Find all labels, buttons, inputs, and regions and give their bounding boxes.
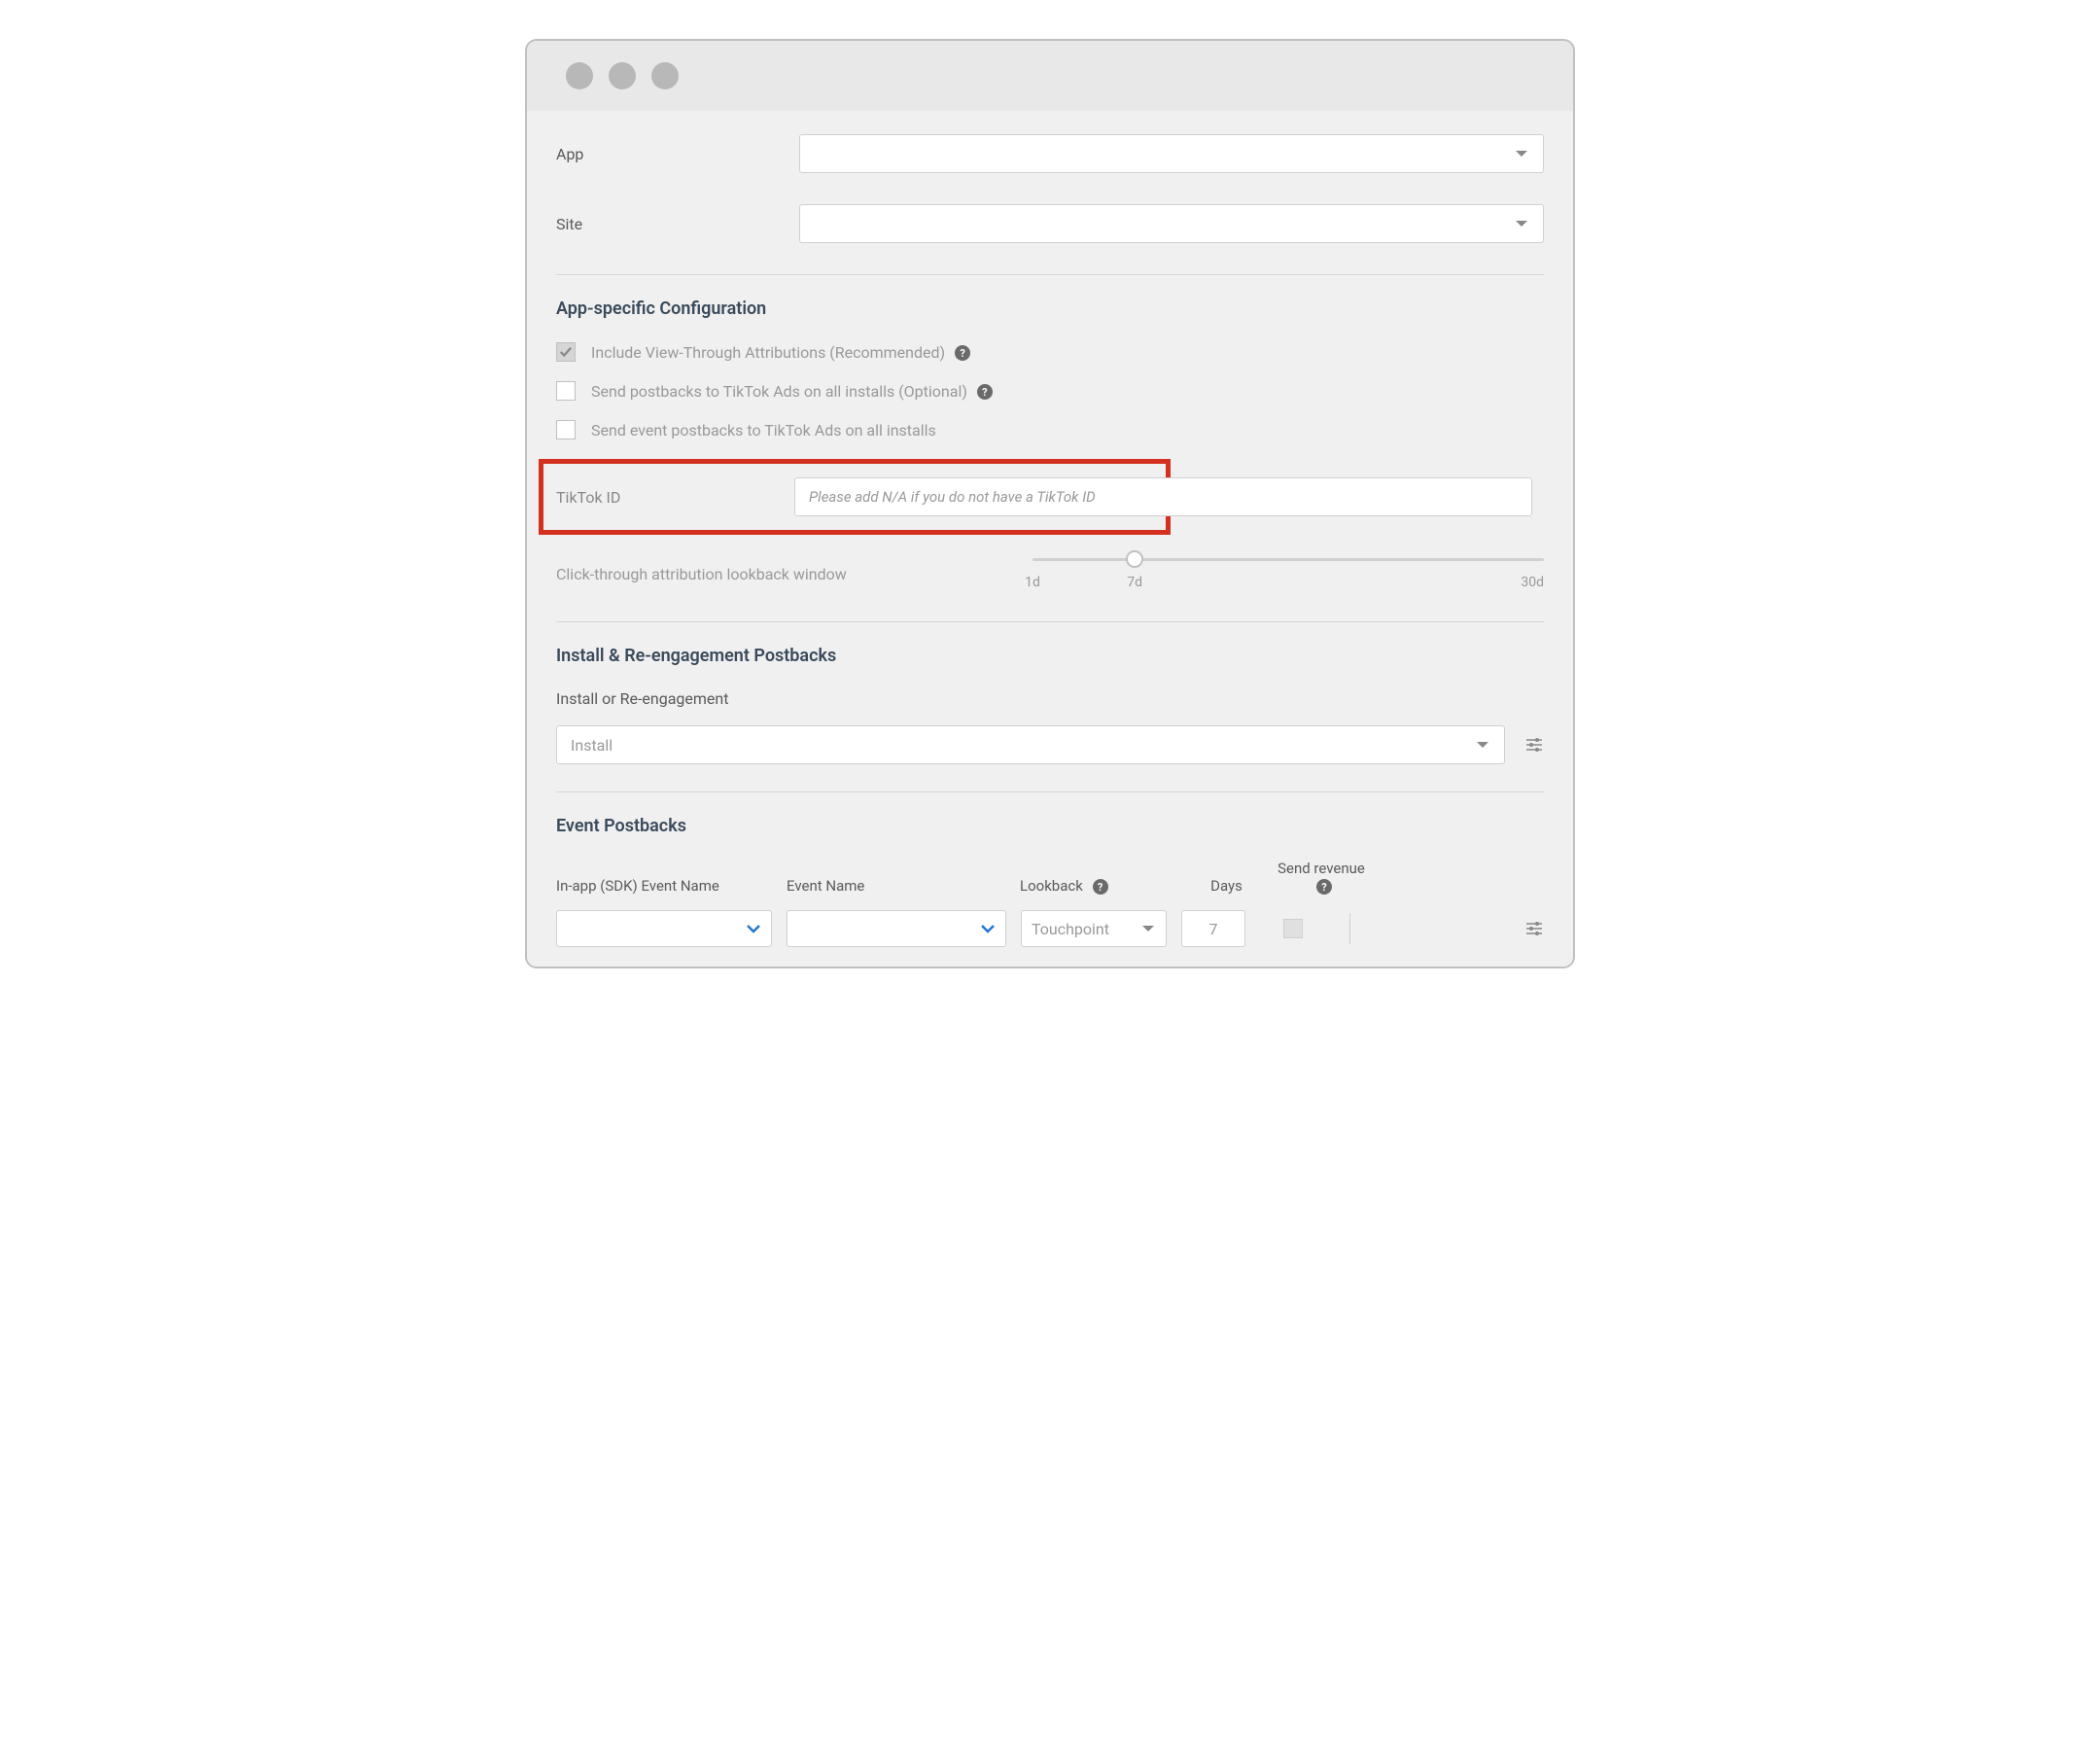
checkbox-row-view-through: Include View-Through Attributions (Recom… <box>556 342 1544 362</box>
slider-tick-30d: 30d <box>1521 575 1544 590</box>
content-area: App Site App-specific Configuration <box>527 111 1573 967</box>
config-heading: App-specific Configuration <box>556 299 1544 319</box>
help-icon[interactable]: ? <box>1093 879 1108 895</box>
lookback-slider-row: Click-through attribution lookback windo… <box>556 554 1544 594</box>
tiktok-id-input[interactable]: Please add N/A if you do not have a TikT… <box>794 477 1532 516</box>
days-input[interactable]: 7 <box>1181 910 1245 947</box>
slider-tick-7d: 7d <box>1127 575 1142 590</box>
sdk-event-select[interactable] <box>556 910 772 947</box>
divider <box>556 274 1544 275</box>
postbacks-heading: Install & Re-engagement Postbacks <box>556 646 1544 666</box>
checkbox-row-event-postbacks: Send event postbacks to TikTok Ads on al… <box>556 420 1544 440</box>
settings-icon[interactable] <box>1524 735 1544 755</box>
slider-ticks: 1d 7d 30d <box>1032 575 1544 594</box>
col-header-days: Days <box>1180 877 1273 895</box>
site-label: Site <box>556 215 799 233</box>
col-header-sdk: In-app (SDK) Event Name <box>556 877 787 895</box>
app-window: App Site App-specific Configuration <box>525 39 1575 968</box>
event-header-row: In-app (SDK) Event Name Event Name Lookb… <box>556 860 1544 895</box>
checkbox-label-view-through: Include View-Through Attributions (Recom… <box>591 343 970 362</box>
window-titlebar <box>527 41 1573 111</box>
events-heading: Event Postbacks <box>556 816 1544 836</box>
lookback-slider[interactable]: 1d 7d 30d <box>1032 554 1544 594</box>
col-header-lookback: Lookback ? <box>1020 877 1180 895</box>
col-header-event: Event Name <box>787 877 1020 895</box>
checkbox-label-postbacks: Send postbacks to TikTok Ads on all inst… <box>591 382 993 401</box>
lookback-value: Touchpoint <box>1032 920 1109 938</box>
checkbox-event-postbacks[interactable] <box>556 420 576 440</box>
help-icon[interactable]: ? <box>955 345 970 361</box>
install-row: Install <box>556 725 1544 764</box>
divider <box>556 621 1544 622</box>
settings-icon[interactable] <box>1524 919 1544 938</box>
traffic-light-maximize[interactable] <box>651 62 679 89</box>
event-controls-row: Touchpoint 7 <box>556 910 1544 947</box>
install-select-value: Install <box>571 736 612 755</box>
vertical-divider <box>1349 913 1350 944</box>
traffic-light-close[interactable] <box>566 62 593 89</box>
help-icon[interactable]: ? <box>977 384 993 400</box>
chevron-down-icon <box>1514 216 1529 231</box>
chevron-down-icon <box>1514 146 1529 161</box>
install-select[interactable]: Install <box>556 725 1505 764</box>
col-header-revenue: Send revenue ? <box>1273 860 1370 895</box>
chevron-down-icon <box>1140 921 1156 936</box>
tiktok-id-label: TikTok ID <box>556 488 794 507</box>
chevron-down-icon <box>980 921 996 936</box>
site-select[interactable] <box>799 204 1544 243</box>
help-icon[interactable]: ? <box>1316 879 1332 895</box>
traffic-light-minimize[interactable] <box>609 62 636 89</box>
checkbox-view-through[interactable] <box>556 342 576 362</box>
app-row: App <box>556 134 1544 173</box>
slider-tick-1d: 1d <box>1025 575 1040 590</box>
slider-thumb[interactable] <box>1126 550 1143 568</box>
revenue-checkbox[interactable] <box>1283 919 1303 938</box>
event-name-select[interactable] <box>787 910 1006 947</box>
lookback-slider-label: Click-through attribution lookback windo… <box>556 565 1032 583</box>
divider <box>556 791 1544 792</box>
site-row: Site <box>556 204 1544 243</box>
checkbox-row-postbacks: Send postbacks to TikTok Ads on all inst… <box>556 381 1544 401</box>
tiktok-id-row: TikTok ID Please add N/A if you do not h… <box>556 477 1532 516</box>
postbacks-subheading: Install or Re-engagement <box>556 689 1544 708</box>
lookback-select[interactable]: Touchpoint <box>1021 910 1167 947</box>
check-icon <box>559 345 573 359</box>
app-label: App <box>556 145 799 163</box>
app-select[interactable] <box>799 134 1544 173</box>
tiktok-id-highlight: TikTok ID Please add N/A if you do not h… <box>539 459 1171 535</box>
chevron-down-icon <box>746 921 761 936</box>
checkbox-postbacks[interactable] <box>556 381 576 401</box>
chevron-down-icon <box>1475 737 1490 753</box>
slider-track <box>1032 558 1544 561</box>
checkbox-label-event-postbacks: Send event postbacks to TikTok Ads on al… <box>591 421 936 440</box>
